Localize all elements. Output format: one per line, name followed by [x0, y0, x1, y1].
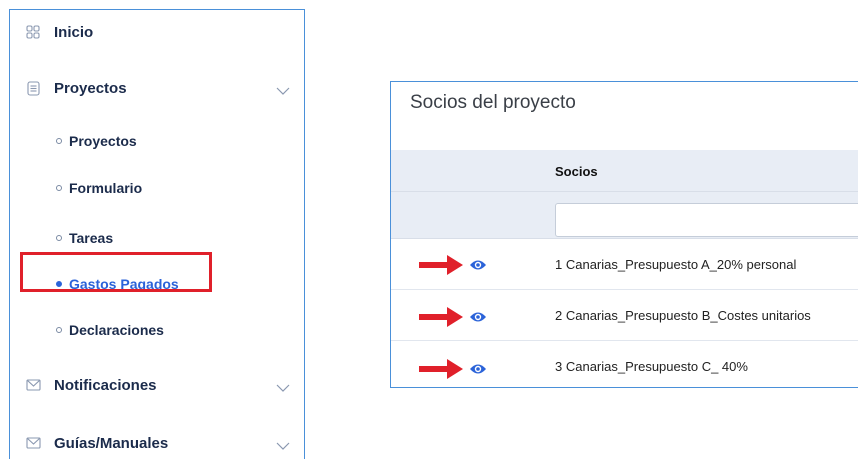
column-header-socios[interactable]: Socios [555, 164, 598, 179]
red-arrow-icon [419, 307, 463, 327]
sidebar-subitem-gastos-pagados[interactable]: Gastos Pagados [10, 267, 304, 301]
envelope-icon [25, 377, 41, 393]
bullet-icon [56, 327, 62, 333]
sidebar-subitem-tareas[interactable]: Tareas [10, 221, 304, 255]
bullet-icon [56, 235, 62, 241]
sidebar-item-notificaciones[interactable]: Notificaciones [10, 365, 304, 405]
bullet-icon [56, 138, 62, 144]
sidebar-subitem-label: Proyectos [69, 133, 137, 149]
socio-name: 3 Canarias_Presupuesto C_ 40% [555, 359, 748, 374]
red-arrow-icon [419, 359, 463, 379]
sidebar-subitem-declaraciones[interactable]: Declaraciones [10, 313, 304, 347]
sidebar-subitem-proyectos[interactable]: Proyectos [10, 124, 304, 158]
bullet-icon [56, 281, 62, 287]
socio-name: 1 Canarias_Presupuesto A_20% personal [555, 257, 797, 272]
sidebar-nav: Inicio Proyectos Proyectos Formulario Ta… [9, 9, 305, 459]
sidebar-subitem-label: Declaraciones [69, 322, 164, 338]
sidebar-subitem-label: Formulario [69, 180, 143, 196]
chevron-down-icon[interactable] [276, 380, 290, 392]
sidebar-item-label: Notificaciones [54, 376, 157, 394]
bullet-icon [56, 185, 62, 191]
red-arrow-icon [419, 255, 463, 275]
sidebar-item-inicio[interactable]: Inicio [10, 12, 304, 52]
chevron-down-icon[interactable] [276, 83, 290, 95]
sidebar-item-label: Guías/Manuales [54, 434, 169, 452]
sidebar-item-proyectos[interactable]: Proyectos [10, 68, 304, 108]
table-row: 3 Canarias_Presupuesto C_ 40% [391, 342, 858, 387]
envelope-icon [25, 435, 41, 451]
sidebar-subitem-formulario[interactable]: Formulario [10, 171, 304, 205]
panel-title: Socios del proyecto [410, 92, 576, 113]
eye-icon[interactable] [469, 258, 487, 272]
sidebar-subitem-label: Tareas [69, 230, 114, 246]
document-list-icon [25, 80, 41, 96]
table-row: 1 Canarias_Presupuesto A_20% personal [391, 240, 858, 290]
eye-icon[interactable] [469, 362, 487, 376]
grid-icon [25, 24, 41, 40]
chevron-down-icon[interactable] [276, 438, 290, 450]
sidebar-item-label: Inicio [54, 23, 94, 41]
filter-input[interactable] [555, 203, 858, 237]
socio-name: 2 Canarias_Presupuesto B_Costes unitario… [555, 308, 811, 323]
eye-icon[interactable] [469, 310, 487, 324]
sidebar-item-label: Proyectos [54, 79, 127, 97]
header-divider [391, 191, 858, 192]
table-row: 2 Canarias_Presupuesto B_Costes unitario… [391, 291, 858, 341]
sidebar-subitem-label: Gastos Pagados [69, 276, 179, 292]
sidebar-item-guias-manuales[interactable]: Guías/Manuales [10, 423, 304, 459]
table-header: Socios [391, 150, 858, 239]
socios-panel: Socios del proyecto Socios 1 Canarias_Pr… [390, 81, 858, 388]
